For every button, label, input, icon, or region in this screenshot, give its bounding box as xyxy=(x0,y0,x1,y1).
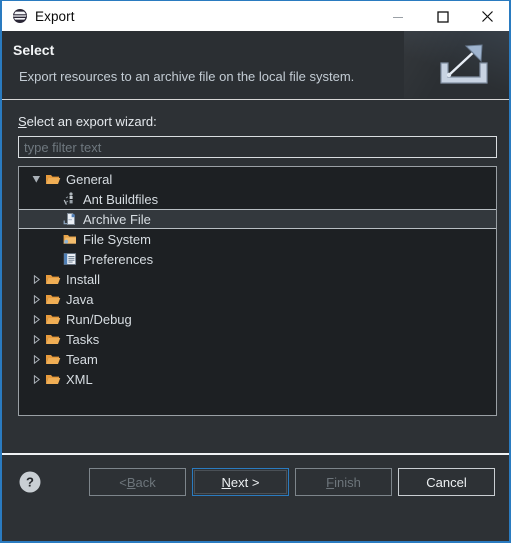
dialog-footer: ? < Back Next > Finish Cancel xyxy=(2,453,509,512)
window-title: Export xyxy=(35,8,75,24)
tree-item-preferences[interactable]: Preferences xyxy=(19,249,496,269)
export-dialog-window: Export Select Export resources to an arc… xyxy=(0,0,511,543)
file-system-icon xyxy=(62,231,78,247)
cancel-label: Cancel xyxy=(426,474,467,490)
tree-item-label: Tasks xyxy=(66,331,100,347)
svg-text:?: ? xyxy=(26,475,34,490)
finish-mnemonic: F xyxy=(326,474,335,490)
twisty-collapsed-icon[interactable] xyxy=(28,314,45,324)
next-mnemonic: N xyxy=(221,474,231,490)
page-title: Select xyxy=(13,42,55,58)
dialog-body: Select an export wizard: type filter tex… xyxy=(2,100,509,453)
twisty-expanded-icon[interactable] xyxy=(28,175,45,184)
finish-button[interactable]: Finish xyxy=(295,468,392,496)
minimize-button[interactable] xyxy=(375,1,420,32)
next-suffix: ext > xyxy=(230,474,260,490)
page-description: Export resources to an archive file on t… xyxy=(19,69,355,84)
tree-item-run-debug[interactable]: Run/Debug xyxy=(19,309,496,329)
back-suffix: ack xyxy=(135,474,156,490)
minimize-icon xyxy=(392,16,403,18)
folder-open-icon xyxy=(45,291,61,307)
tree-item-label: Run/Debug xyxy=(66,311,132,327)
close-icon xyxy=(482,11,493,22)
folder-open-icon xyxy=(45,331,61,347)
help-question-icon: ? xyxy=(19,471,41,493)
label-mnemonic: S xyxy=(18,114,27,129)
tree-item-label: Team xyxy=(66,351,98,367)
tree-item-xml[interactable]: XML xyxy=(19,369,496,389)
tree-item-file-system[interactable]: File System xyxy=(19,229,496,249)
eclipse-logo-icon xyxy=(12,8,28,24)
twisty-collapsed-icon[interactable] xyxy=(28,294,45,304)
export-arrow-icon xyxy=(433,39,495,96)
close-button[interactable] xyxy=(465,1,509,32)
archive-file-icon xyxy=(62,211,78,227)
select-wizard-label: Select an export wizard: xyxy=(18,114,157,129)
tree-item-label: Install xyxy=(66,271,100,287)
title-bar[interactable]: Export xyxy=(2,0,509,32)
filter-input[interactable]: type filter text xyxy=(18,136,497,158)
help-button[interactable]: ? xyxy=(18,470,42,494)
tree-item-team[interactable]: Team xyxy=(19,349,496,369)
tree-item-tasks[interactable]: Tasks xyxy=(19,329,496,349)
header-banner xyxy=(404,31,509,98)
folder-open-icon xyxy=(45,371,61,387)
filter-placeholder: type filter text xyxy=(24,139,102,155)
twisty-collapsed-icon[interactable] xyxy=(28,374,45,384)
tree-item-archive-file[interactable]: Archive File xyxy=(19,209,496,229)
folder-open-icon xyxy=(45,171,61,187)
finish-suffix: inish xyxy=(334,474,361,490)
folder-open-icon xyxy=(45,351,61,367)
tree-item-install[interactable]: Install xyxy=(19,269,496,289)
folder-open-icon xyxy=(45,311,61,327)
tree-item-ant-buildfiles[interactable]: Ant Buildfiles xyxy=(19,189,496,209)
back-button[interactable]: < Back xyxy=(89,468,186,496)
dialog-header: Select Export resources to an archive fi… xyxy=(2,31,509,100)
tree-item-label: File System xyxy=(83,231,151,247)
dialog-buttons: < Back Next > Finish Cancel xyxy=(89,468,495,496)
folder-open-icon xyxy=(45,271,61,287)
maximize-icon xyxy=(436,10,449,23)
maximize-button[interactable] xyxy=(420,1,465,32)
tree-item-label: General xyxy=(66,171,113,187)
preferences-icon xyxy=(62,251,78,267)
export-wizard-tree[interactable]: General Ant Buildfiles Archive File File Sy… xyxy=(18,166,497,416)
tree-item-label: Preferences xyxy=(83,251,154,267)
twisty-collapsed-icon[interactable] xyxy=(28,274,45,284)
ant-build-icon xyxy=(62,191,78,207)
tree-item-label: XML xyxy=(66,371,93,387)
twisty-collapsed-icon[interactable] xyxy=(28,354,45,364)
label-rest: elect an export wizard: xyxy=(26,114,157,129)
next-button[interactable]: Next > xyxy=(192,468,289,496)
back-mnemonic: B xyxy=(126,474,136,490)
back-prefix: < xyxy=(119,474,127,490)
cancel-button[interactable]: Cancel xyxy=(398,468,495,496)
twisty-collapsed-icon[interactable] xyxy=(28,334,45,344)
tree-item-java[interactable]: Java xyxy=(19,289,496,309)
window-controls xyxy=(375,1,509,32)
tree-item-label: Archive File xyxy=(83,211,151,227)
tree-item-label: Ant Buildfiles xyxy=(83,191,159,207)
tree-item-general[interactable]: General xyxy=(19,169,496,189)
tree-item-label: Java xyxy=(66,291,94,307)
